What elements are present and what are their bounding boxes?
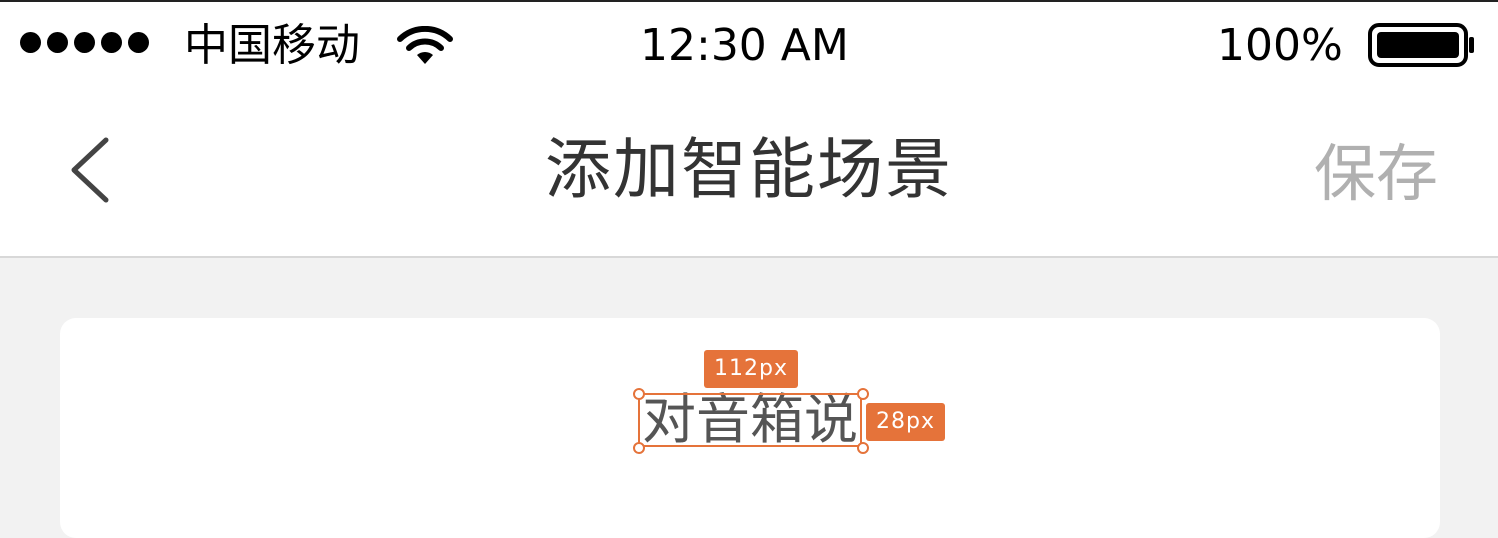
battery-icon [1368,23,1474,67]
save-button[interactable]: 保存 [1314,134,1438,214]
selection-handle [633,388,645,400]
battery-percentage: 100% [1217,20,1343,71]
selection-handle [633,442,645,454]
selection-handle [857,388,869,400]
scene-card: 112px 对音箱说 28px [60,318,1440,538]
width-measure-badge: 112px [704,350,798,388]
signal-dot [20,32,41,53]
page-title: 添加智能场景 [545,131,953,208]
signal-dot [47,32,68,53]
selection-handle [857,442,869,454]
signal-dot [101,32,122,53]
navigation-bar: 添加智能场景 保存 [0,82,1498,258]
status-bar: 中国移动 12:30 AM 100% [0,2,1498,82]
status-time: 12:30 AM [640,20,849,71]
signal-strength-icon [20,32,149,53]
signal-dot [74,32,95,53]
signal-dot [128,32,149,53]
height-measure-badge: 28px [866,403,945,441]
selection-box [638,393,862,447]
wifi-icon [397,26,453,64]
carrier-name: 中国移动 [184,20,360,71]
